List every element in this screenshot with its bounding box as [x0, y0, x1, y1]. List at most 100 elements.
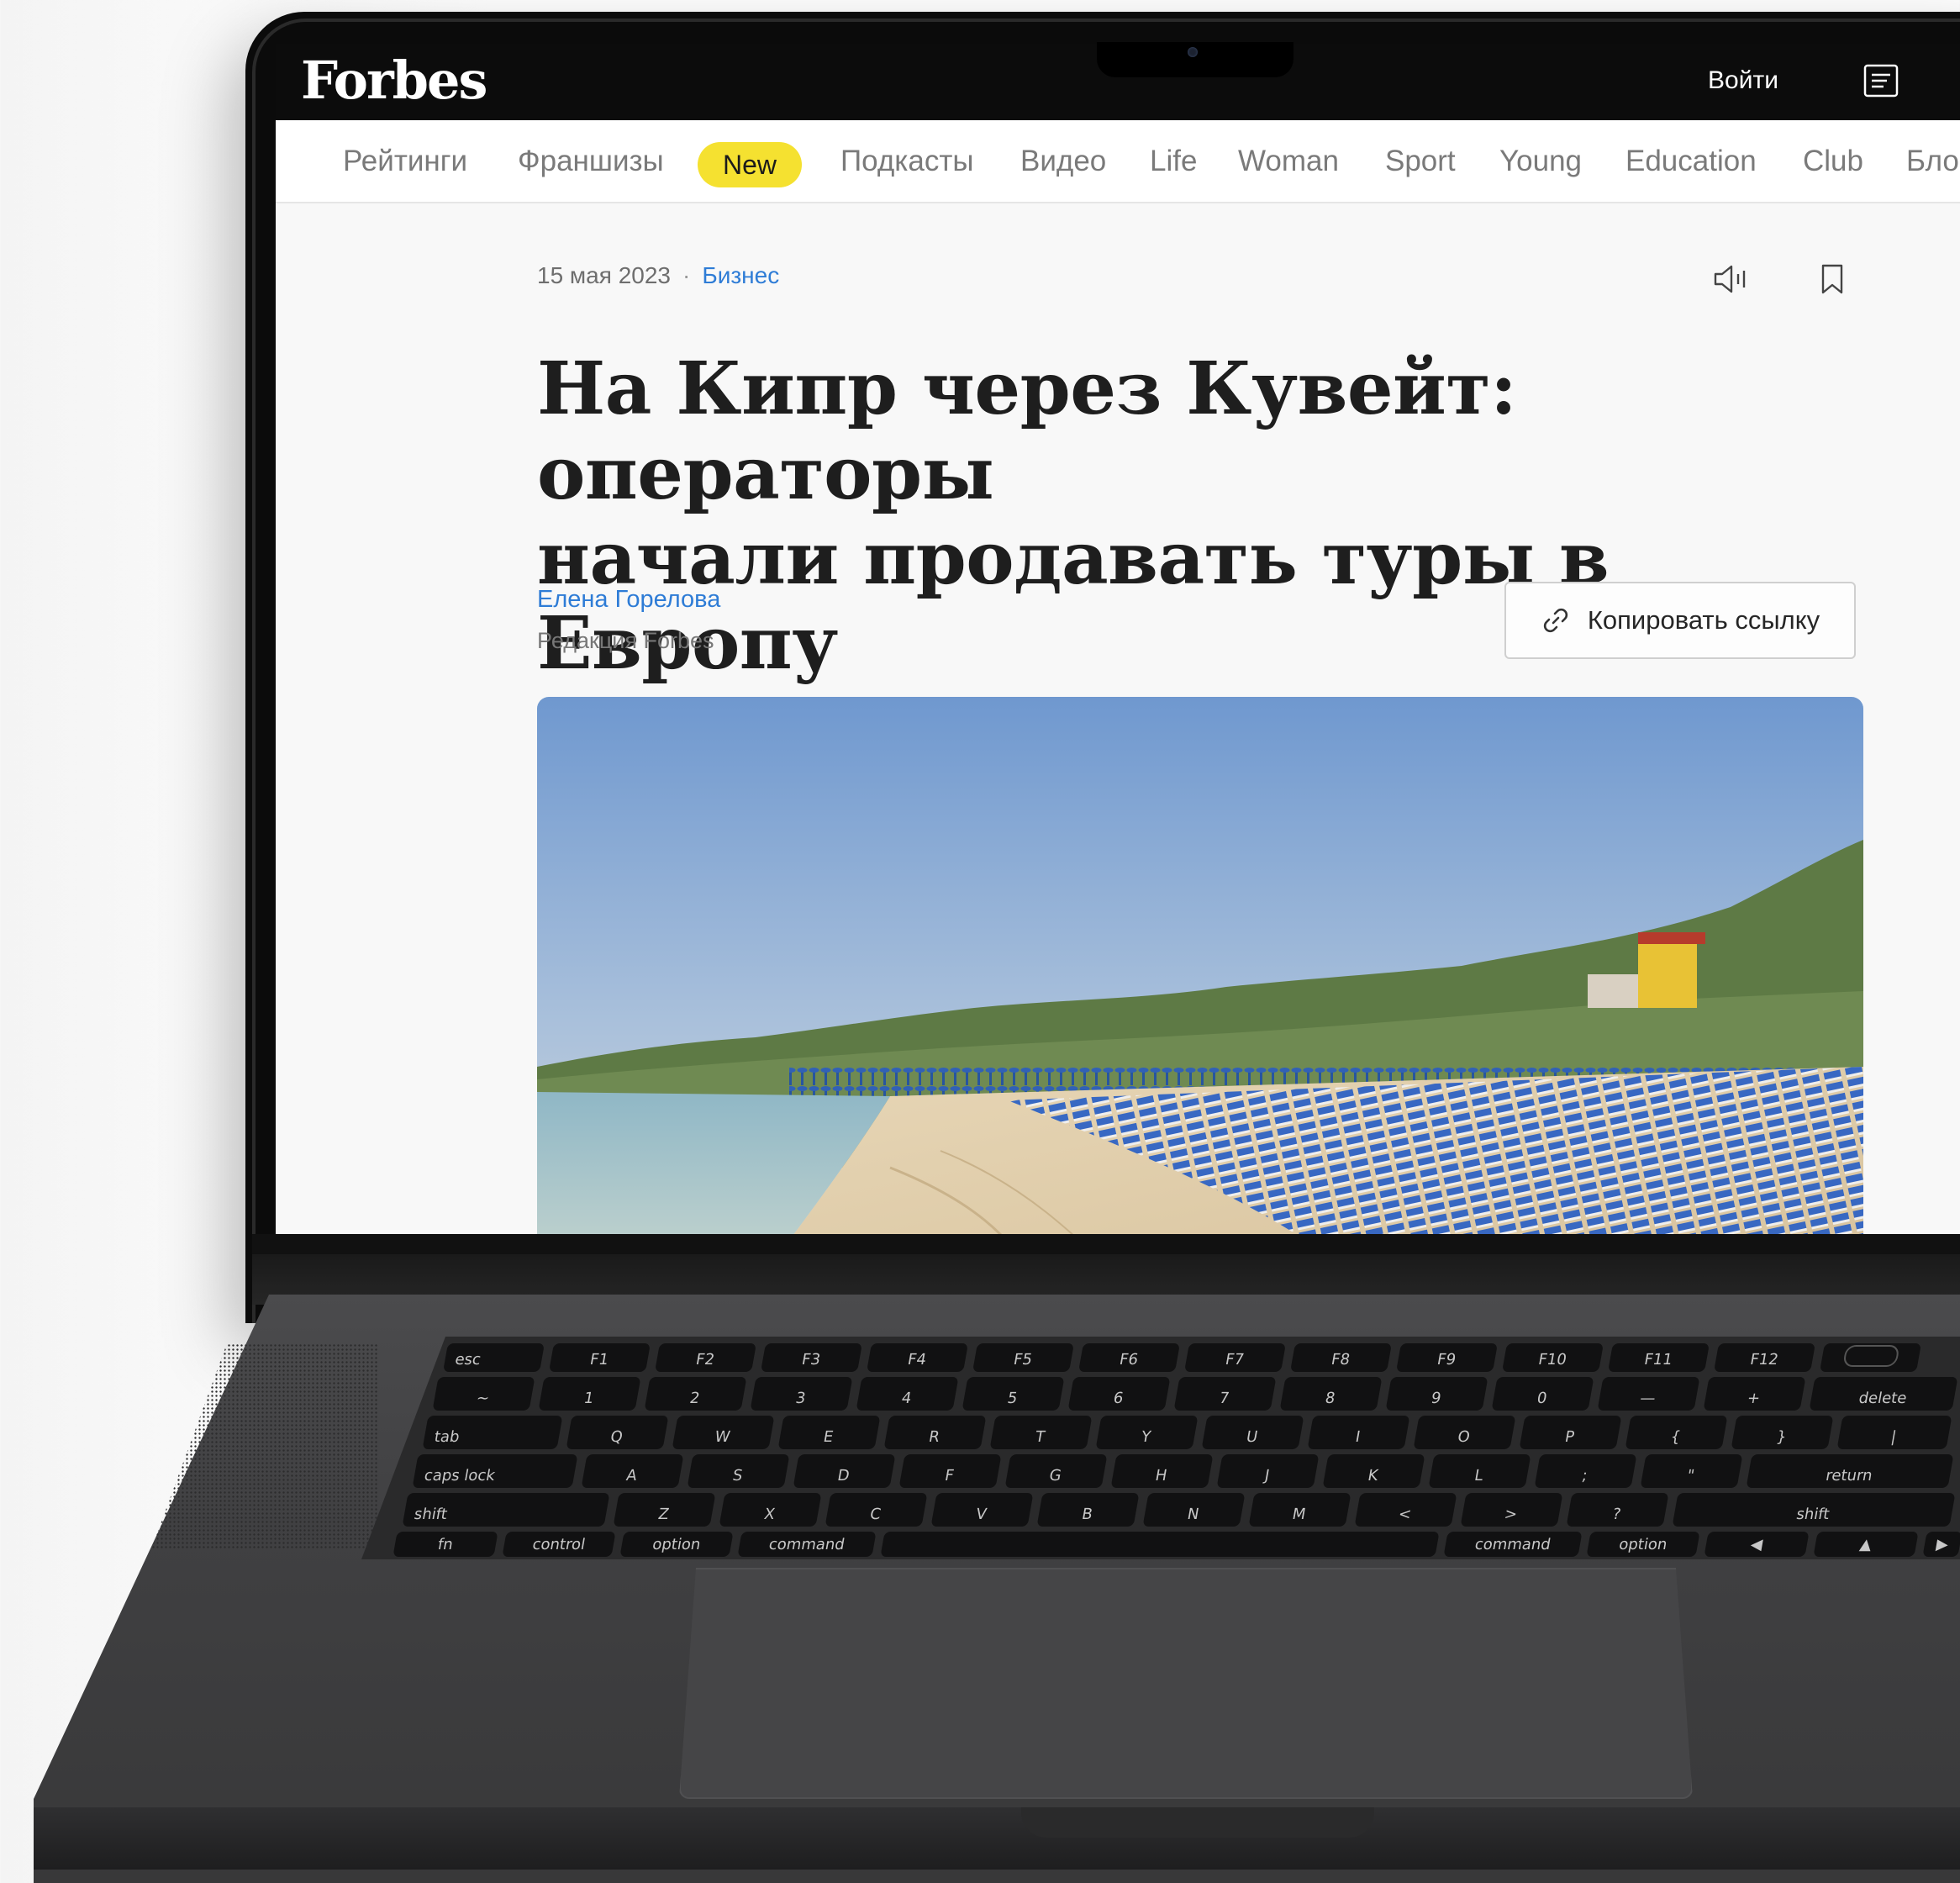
key-plus[interactable]: + [1703, 1377, 1806, 1411]
key-tilde[interactable]: ~ [432, 1377, 535, 1411]
key-less-than[interactable]: < [1354, 1493, 1457, 1527]
key-f[interactable]: F [898, 1454, 1002, 1488]
key-d[interactable]: D [793, 1454, 896, 1488]
key-arrow-up-down[interactable]: ▲ [1813, 1532, 1919, 1557]
key-v[interactable]: V [930, 1493, 1034, 1527]
key-5[interactable]: 5 [962, 1377, 1065, 1411]
key-backslash[interactable]: | [1836, 1416, 1952, 1449]
author-link[interactable]: Елена Горелова [537, 586, 720, 614]
key-f11[interactable]: F11 [1608, 1343, 1710, 1372]
key-f7[interactable]: F7 [1184, 1343, 1286, 1372]
listen-button[interactable] [1713, 261, 1750, 298]
key-o[interactable]: O [1413, 1416, 1516, 1449]
key-t[interactable]: T [989, 1416, 1093, 1449]
key-6[interactable]: 6 [1067, 1377, 1171, 1411]
key-e[interactable]: E [777, 1416, 881, 1449]
nav-item-life[interactable]: Life [1150, 120, 1197, 202]
nav-item-podcasts[interactable]: Подкасты [840, 120, 974, 202]
key-shift-left[interactable]: shift [402, 1493, 610, 1527]
key-semicolon[interactable]: ; [1534, 1454, 1637, 1488]
key-open-brace[interactable]: { [1625, 1416, 1728, 1449]
menu-icon [1863, 64, 1899, 98]
key-command-left[interactable]: command [737, 1532, 877, 1557]
key-f6[interactable]: F6 [1078, 1343, 1180, 1372]
key-f4[interactable]: F4 [867, 1343, 968, 1372]
key-n[interactable]: N [1142, 1493, 1246, 1527]
key-arrow-right[interactable]: ▶ [1922, 1532, 1960, 1557]
key-f9[interactable]: F9 [1396, 1343, 1498, 1372]
nav-item-ratings[interactable]: Рейтинги [343, 120, 467, 202]
key-m[interactable]: M [1248, 1493, 1351, 1527]
key-return[interactable]: return [1746, 1454, 1954, 1488]
key-quote[interactable]: " [1640, 1454, 1743, 1488]
touch-id-key[interactable] [1820, 1343, 1921, 1372]
key-a[interactable]: A [581, 1454, 684, 1488]
copy-link-button[interactable]: Копировать ссылку [1504, 582, 1856, 659]
key-q[interactable]: Q [566, 1416, 669, 1449]
key-k[interactable]: K [1322, 1454, 1425, 1488]
key-4[interactable]: 4 [856, 1377, 959, 1411]
key-r[interactable]: R [883, 1416, 987, 1449]
menu-button[interactable] [1856, 55, 1906, 106]
touch-id-icon [1841, 1345, 1900, 1367]
key-greater-than[interactable]: > [1460, 1493, 1563, 1527]
key-question[interactable]: ? [1566, 1493, 1669, 1527]
nav-item-new-badge[interactable]: New [698, 142, 803, 187]
key-y[interactable]: Y [1095, 1416, 1199, 1449]
key-u[interactable]: U [1201, 1416, 1304, 1449]
key-f12[interactable]: F12 [1714, 1343, 1815, 1372]
key-f8[interactable]: F8 [1290, 1343, 1392, 1372]
key-l[interactable]: L [1428, 1454, 1531, 1488]
key-control[interactable]: control [502, 1532, 616, 1557]
key-f2[interactable]: F2 [655, 1343, 756, 1372]
nav-item-woman[interactable]: Woman [1238, 120, 1339, 202]
key-2[interactable]: 2 [644, 1377, 747, 1411]
key-b[interactable]: B [1036, 1493, 1140, 1527]
nav-item-blogs[interactable]: Бло [1906, 120, 1959, 202]
nav-item-club[interactable]: Club [1803, 120, 1863, 202]
key-z[interactable]: Z [613, 1493, 716, 1527]
key-f3[interactable]: F3 [761, 1343, 862, 1372]
key-7[interactable]: 7 [1173, 1377, 1277, 1411]
key-arrow-left[interactable]: ◀ [1704, 1532, 1810, 1557]
key-w[interactable]: W [672, 1416, 775, 1449]
forbes-logo[interactable]: Forbes [301, 45, 487, 116]
key-1[interactable]: 1 [538, 1377, 641, 1411]
key-close-brace[interactable]: } [1731, 1416, 1834, 1449]
key-f1[interactable]: F1 [549, 1343, 651, 1372]
key-fn[interactable]: fn [393, 1532, 498, 1557]
nav-item-sport[interactable]: Sport [1385, 120, 1456, 202]
key-i[interactable]: I [1307, 1416, 1410, 1449]
key-9[interactable]: 9 [1385, 1377, 1488, 1411]
key-minus[interactable]: — [1597, 1377, 1700, 1411]
key-shift-right[interactable]: shift [1672, 1493, 1956, 1527]
key-tab[interactable]: tab [422, 1416, 563, 1449]
article-category-link[interactable]: Бизнес [702, 262, 779, 288]
key-0[interactable]: 0 [1491, 1377, 1594, 1411]
key-g[interactable]: G [1004, 1454, 1108, 1488]
key-space[interactable] [880, 1532, 1440, 1557]
key-c[interactable]: C [825, 1493, 928, 1527]
key-esc[interactable]: esc [443, 1343, 545, 1372]
key-8[interactable]: 8 [1279, 1377, 1383, 1411]
nav-item-franchises[interactable]: Франшизы [518, 120, 664, 202]
key-3[interactable]: 3 [750, 1377, 853, 1411]
key-delete[interactable]: delete [1809, 1377, 1958, 1411]
key-h[interactable]: H [1110, 1454, 1214, 1488]
bookmark-button[interactable] [1814, 261, 1851, 298]
key-j[interactable]: J [1216, 1454, 1320, 1488]
key-f5[interactable]: F5 [972, 1343, 1074, 1372]
key-option-right[interactable]: option [1586, 1532, 1700, 1557]
trackpad[interactable] [679, 1568, 1693, 1799]
nav-item-video[interactable]: Видео [1020, 120, 1106, 202]
key-command-right[interactable]: command [1443, 1532, 1583, 1557]
nav-item-education[interactable]: Education [1625, 120, 1757, 202]
nav-item-young[interactable]: Young [1499, 120, 1582, 202]
key-caps-lock[interactable]: caps lock [412, 1454, 578, 1488]
key-option-left[interactable]: option [619, 1532, 734, 1557]
login-link[interactable]: Войти [1708, 55, 1778, 106]
key-x[interactable]: X [719, 1493, 822, 1527]
key-s[interactable]: S [687, 1454, 790, 1488]
key-f10[interactable]: F10 [1502, 1343, 1604, 1372]
key-p[interactable]: P [1519, 1416, 1622, 1449]
